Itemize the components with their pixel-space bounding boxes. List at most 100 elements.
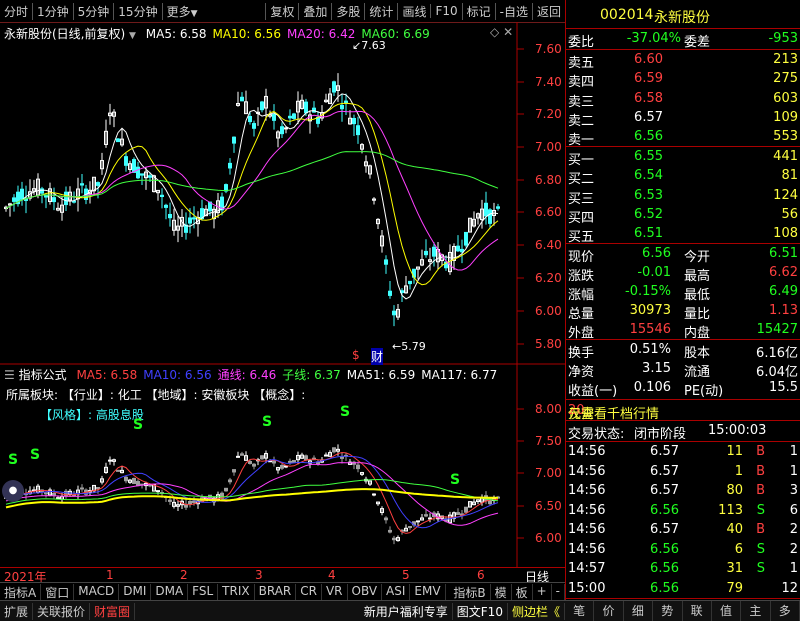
- quote-label: 量比: [684, 307, 711, 322]
- tab-indicator[interactable]: FSL: [188, 583, 219, 601]
- toolbar-item-fuquan[interactable]: 复权: [265, 2, 298, 20]
- event-marker-s[interactable]: $: [352, 348, 360, 362]
- orderbook-price[interactable]: 6.52: [634, 207, 663, 222]
- y-tick-label: 7.50: [535, 434, 562, 448]
- candle-body: [248, 460, 252, 464]
- toolbar-item-tongji[interactable]: 统计: [364, 2, 397, 20]
- indicator-tabs: 指标A 窗口 MACD DMI DMA FSL TRIX BRAR CR VR OBV ASI EMV …: [0, 582, 565, 601]
- candle-body: [160, 194, 164, 197]
- tick-time: 14:56: [568, 541, 606, 557]
- tab-indicator[interactable]: 窗口: [41, 583, 75, 601]
- toolbar-item-1min[interactable]: 1分钟: [32, 2, 73, 20]
- candle-body: [372, 493, 376, 496]
- toolbar-item-f10[interactable]: F10: [430, 4, 461, 18]
- tab-indicator-right[interactable]: +: [533, 583, 552, 601]
- tab-indicator[interactable]: 指标A: [0, 583, 42, 601]
- high-value: 7.63: [361, 39, 386, 52]
- orderbook-row: 卖二 6.57 109: [566, 109, 800, 129]
- tab-sidebar[interactable]: 侧边栏《: [508, 602, 565, 620]
- tab-indicator[interactable]: VR: [322, 583, 348, 601]
- kline-chart[interactable]: [0, 22, 565, 582]
- y-tick-label: 7.40: [535, 75, 562, 89]
- diamond-icon[interactable]: ◇: [490, 25, 499, 39]
- detail-tab[interactable]: 细: [624, 601, 654, 621]
- tab-indicator[interactable]: DMI: [119, 583, 152, 601]
- candle-body: [280, 126, 284, 135]
- y-tick-label: 5.80: [535, 337, 562, 351]
- y-tick-label: 6.40: [535, 238, 562, 252]
- weicha-value: -953: [768, 31, 798, 46]
- orderbook-price[interactable]: 6.59: [634, 71, 663, 86]
- candle-body: [288, 115, 292, 119]
- candle-body: [272, 460, 276, 464]
- quote-value: 6.56: [642, 246, 671, 261]
- detail-tab[interactable]: 价: [594, 601, 624, 621]
- robot-icon[interactable]: ●: [2, 480, 24, 502]
- candle-body: [460, 248, 464, 253]
- toolbar-item-fenshi[interactable]: 分时: [0, 3, 32, 20]
- tab-indicator-right[interactable]: 指标B: [449, 583, 491, 601]
- tab-indicator[interactable]: DMA: [151, 583, 189, 601]
- orderbook-price[interactable]: 6.51: [634, 226, 663, 241]
- tab-indicator-right[interactable]: 模: [491, 583, 512, 601]
- tab-indicator[interactable]: TRIX: [218, 583, 255, 601]
- detail-tab[interactable]: 多: [771, 601, 800, 621]
- toolbar-item-huaxian[interactable]: 画线: [397, 2, 430, 20]
- tab-indicator[interactable]: CR: [296, 583, 322, 601]
- detail-tab[interactable]: 值: [712, 601, 742, 621]
- close-icon[interactable]: ✕: [503, 25, 513, 39]
- toolbar-item-duogu[interactable]: 多股: [331, 2, 364, 20]
- detail-tab[interactable]: 主: [741, 601, 771, 621]
- toolbar-item-fanhui[interactable]: 返回: [531, 2, 565, 20]
- tab-indicator[interactable]: MACD: [74, 583, 120, 601]
- tab-caifuquan[interactable]: 财富圈: [90, 602, 136, 620]
- toolbar-item-5min[interactable]: 5分钟: [72, 2, 114, 20]
- toolbar-item-diejia[interactable]: 叠加: [298, 2, 331, 20]
- orderbook-price[interactable]: 6.58: [634, 91, 663, 106]
- tab-f10[interactable]: 图文F10: [453, 602, 508, 620]
- x-tick-label: 4: [328, 568, 336, 582]
- stock-header: 002014 永新股份: [566, 6, 800, 28]
- toolbar-item-15min[interactable]: 15分钟: [113, 2, 161, 20]
- tick-row: 15:00 6.56 79 12: [566, 580, 800, 599]
- indicator-name[interactable]: 指标公式: [19, 368, 67, 382]
- orderbook-price[interactable]: 6.60: [634, 52, 663, 67]
- orderbook-price[interactable]: 6.53: [634, 188, 663, 203]
- detail-tab[interactable]: 联: [683, 601, 712, 621]
- tab-indicator[interactable]: ASI: [382, 583, 411, 601]
- tick-price: 6.56: [650, 580, 679, 596]
- toolbar-item-biaoji[interactable]: 标记: [461, 2, 495, 20]
- candle-body: [56, 497, 60, 500]
- promo-row[interactable]: 仅需 20 元查看千档行情: [566, 401, 800, 422]
- ma60-line: [5, 151, 499, 209]
- detail-tab[interactable]: 笔: [565, 601, 595, 621]
- detail-tab[interactable]: 势: [653, 601, 683, 621]
- promo-link[interactable]: 新用户福利专享: [360, 602, 453, 620]
- dropdown-icon[interactable]: ▼: [129, 31, 136, 41]
- indicator-icon[interactable]: ☰: [4, 368, 15, 382]
- candle-body: [484, 202, 488, 217]
- tab-kuozhan[interactable]: 扩展: [0, 602, 34, 620]
- style-info: 【风格】: 高股息股: [40, 408, 144, 422]
- tab-indicator[interactable]: BRAR: [255, 583, 297, 601]
- orderbook-price[interactable]: 6.57: [634, 110, 663, 125]
- tab-indicator-right[interactable]: -: [552, 583, 565, 601]
- fundamental-label: PE(动): [684, 384, 724, 399]
- x-tick-label: 5: [402, 568, 410, 582]
- tab-guanlian[interactable]: 关联报价: [33, 602, 91, 620]
- toolbar-item-zixuan[interactable]: -自选: [494, 2, 532, 20]
- tab-indicator[interactable]: OBV: [348, 583, 383, 601]
- candle-body: [72, 200, 76, 203]
- orderbook-price[interactable]: 6.54: [634, 168, 663, 183]
- tick-price: 6.56: [650, 541, 679, 557]
- tick-count: 1: [789, 561, 798, 576]
- event-marker-cai[interactable]: 财: [371, 348, 384, 365]
- candle-body: [384, 259, 388, 265]
- orderbook-price[interactable]: 6.55: [634, 149, 663, 164]
- tab-indicator[interactable]: EMV: [410, 583, 446, 601]
- toolbar-item-more[interactable]: 更多▼: [161, 2, 202, 20]
- fundamental-label: 收益(一): [568, 384, 618, 399]
- tab-indicator-right[interactable]: 板: [512, 583, 533, 601]
- board-info: 所属板块: 【行业】: 化工 【地域】: 安徽板块 【概念】:: [6, 388, 306, 402]
- orderbook-price[interactable]: 6.56: [634, 129, 663, 144]
